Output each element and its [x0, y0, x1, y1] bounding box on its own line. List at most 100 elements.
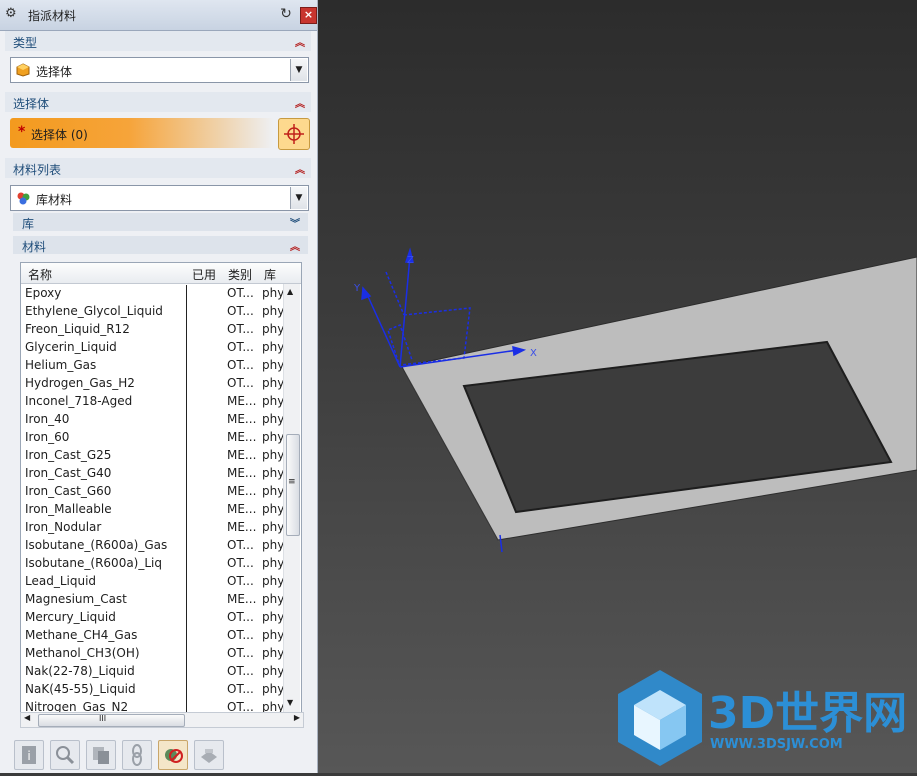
watermark-logo: 3D世界网 WWW.3DSJW.COM: [618, 670, 907, 766]
table-row[interactable]: Isobutane_(R600a)_Gas OT... phy: [21, 537, 284, 555]
horizontal-scrollbar[interactable]: ◀ III ▶: [20, 712, 304, 728]
table-row[interactable]: Helium_Gas OT... phy: [21, 357, 284, 375]
material-library: phy: [262, 628, 285, 642]
table-row[interactable]: Iron_40 ME... phy: [21, 411, 284, 429]
material-library: phy: [262, 484, 285, 498]
type-combo-value: 选择体: [36, 65, 73, 79]
table-row[interactable]: Inconel_718-Aged ME... phy: [21, 393, 285, 411]
table-row[interactable]: Iron_Malleable ME... phy: [21, 501, 285, 519]
material-library: phy: [262, 322, 285, 336]
chain-link-icon: [132, 744, 142, 766]
material-name: Methane_CH4_Gas: [25, 628, 138, 642]
table-row[interactable]: Hydrogen_Gas_H2 OT... phy: [21, 375, 284, 393]
material-library: phy: [262, 664, 285, 678]
material-name: Isobutane_(R600a)_Gas: [25, 538, 168, 552]
scroll-grip: ≡: [288, 477, 296, 487]
scroll-left-icon[interactable]: ◀: [24, 713, 30, 722]
material-library: phy: [262, 610, 285, 624]
inspect-button[interactable]: [50, 740, 80, 770]
table-row[interactable]: Iron_60 ME... phy: [21, 429, 284, 447]
material-name: Iron_Cast_G40: [25, 466, 112, 480]
table-row[interactable]: Iron_Cast_G25 ME... phy: [21, 447, 284, 465]
material-list-group-header[interactable]: 材料列表 ︽: [5, 158, 311, 178]
library-section-header[interactable]: 库 ︾: [13, 213, 308, 231]
chevron-down-icon[interactable]: ▼: [290, 59, 307, 81]
expand-down-icon[interactable]: ︾: [290, 215, 300, 230]
table-row[interactable]: Epoxy OT... phy: [21, 285, 284, 303]
material-name: Iron_40: [25, 412, 70, 426]
collapse-up-icon[interactable]: ︽: [290, 238, 300, 253]
copy-button[interactable]: [86, 740, 116, 770]
material-list-group-title: 材料列表: [13, 163, 62, 177]
axis-label-z: Z: [407, 255, 414, 266]
svg-text:i: i: [27, 749, 30, 763]
table-row[interactable]: Methane_CH4_Gas OT... phy: [21, 627, 285, 645]
type-combo[interactable]: 选择体 ▼: [10, 57, 309, 83]
table-row[interactable]: Methanol_CH3(OH) OT... phy: [21, 645, 284, 663]
table-row[interactable]: Lead_Liquid OT... phy: [21, 573, 284, 591]
select-body-label: 选择体 (0): [31, 128, 88, 142]
table-row[interactable]: Glycerin_Liquid OT... phy: [21, 339, 285, 357]
col-header-library[interactable]: 库: [264, 266, 276, 283]
table-row[interactable]: Magnesium_Cast ME... phy: [21, 591, 284, 609]
table-row[interactable]: Iron_Nodular ME... phy: [21, 519, 285, 537]
material-library: phy: [262, 502, 285, 516]
table-row[interactable]: Freon_Liquid_R12 OT... phy: [21, 321, 285, 339]
model-view[interactable]: X Z Y 3D世界网 WWW.3DSJW.COM: [318, 0, 917, 773]
transfer-button[interactable]: [194, 740, 224, 770]
vertical-scrollbar[interactable]: ▲ ≡ ▼: [283, 284, 300, 712]
material-category: OT...: [227, 358, 254, 372]
material-name: Iron_Cast_G25: [25, 448, 112, 462]
info-button[interactable]: i: [14, 740, 44, 770]
scroll-up-icon[interactable]: ▲: [287, 287, 293, 296]
material-library: phy: [262, 394, 285, 408]
material-category: OT...: [227, 286, 254, 300]
link-button[interactable]: [122, 740, 152, 770]
select-body-field[interactable]: * 选择体 (0): [10, 118, 274, 148]
close-button[interactable]: ×: [300, 7, 317, 24]
info-icon: i: [22, 746, 36, 764]
type-group-header[interactable]: 类型 ︽: [5, 31, 311, 51]
material-name: Lead_Liquid: [25, 574, 97, 588]
material-library: phy: [262, 304, 285, 318]
select-crosshair-button[interactable]: [278, 118, 310, 150]
remove-assignment-button[interactable]: [158, 740, 188, 770]
collapse-up-icon[interactable]: ︽: [295, 34, 305, 49]
materials-table[interactable]: 名称 已用 类别 库 Epoxy OT... phy Ethylene_Glycol_…: [20, 262, 302, 714]
table-row[interactable]: Iron_Cast_G60 ME... phy: [21, 483, 285, 501]
material-name: Nak(22-78)_Liquid: [25, 664, 135, 678]
table-row[interactable]: NaK(45-55)_Liquid OT... phy: [21, 681, 284, 699]
col-header-name[interactable]: 名称: [28, 266, 52, 283]
material-category: OT...: [227, 322, 254, 336]
gear-icon[interactable]: ⚙: [5, 7, 19, 21]
collapse-up-icon[interactable]: ︽: [295, 95, 305, 110]
material-library: phy: [262, 340, 285, 354]
graphics-viewport[interactable]: X Z Y 3D世界网 WWW.3DSJW.COM: [318, 0, 917, 773]
copy-icon: [93, 747, 109, 764]
material-library: phy: [262, 520, 285, 534]
table-row[interactable]: Isobutane_(R600a)_Liq OT... phy: [21, 555, 284, 573]
col-header-category[interactable]: 类别: [228, 266, 252, 283]
material-name: NaK(45-55)_Liquid: [25, 682, 136, 696]
col-header-used[interactable]: 已用: [192, 266, 216, 283]
material-name: Methanol_CH3(OH): [25, 646, 140, 660]
table-row[interactable]: Ethylene_Glycol_Liquid OT... phy: [21, 303, 285, 321]
collapse-up-icon[interactable]: ︽: [295, 161, 305, 176]
scroll-right-icon[interactable]: ▶: [294, 713, 300, 722]
horizontal-scroll-thumb[interactable]: III: [38, 714, 185, 727]
scroll-down-icon[interactable]: ▼: [287, 698, 293, 707]
material-category: ME...: [227, 502, 257, 516]
materials-section-header[interactable]: 材料 ︽: [13, 236, 308, 254]
material-category: ME...: [227, 448, 257, 462]
material-source-combo[interactable]: 库材料 ▼: [10, 185, 309, 211]
vertical-scroll-thumb[interactable]: ≡: [286, 434, 300, 536]
table-header: 名称 已用 类别 库: [21, 263, 301, 284]
axis-label-y: Y: [353, 283, 361, 294]
table-row[interactable]: Nak(22-78)_Liquid OT... phy: [21, 663, 285, 681]
select-body-group-header[interactable]: 选择体 ︽: [5, 92, 311, 112]
table-row[interactable]: Iron_Cast_G40 ME... phy: [21, 465, 284, 483]
chevron-down-icon[interactable]: ▼: [290, 187, 307, 209]
table-row[interactable]: Mercury_Liquid OT... phy: [21, 609, 285, 627]
watermark-brand: 3D世界网: [708, 688, 907, 739]
reset-icon[interactable]: ↻: [278, 6, 294, 22]
